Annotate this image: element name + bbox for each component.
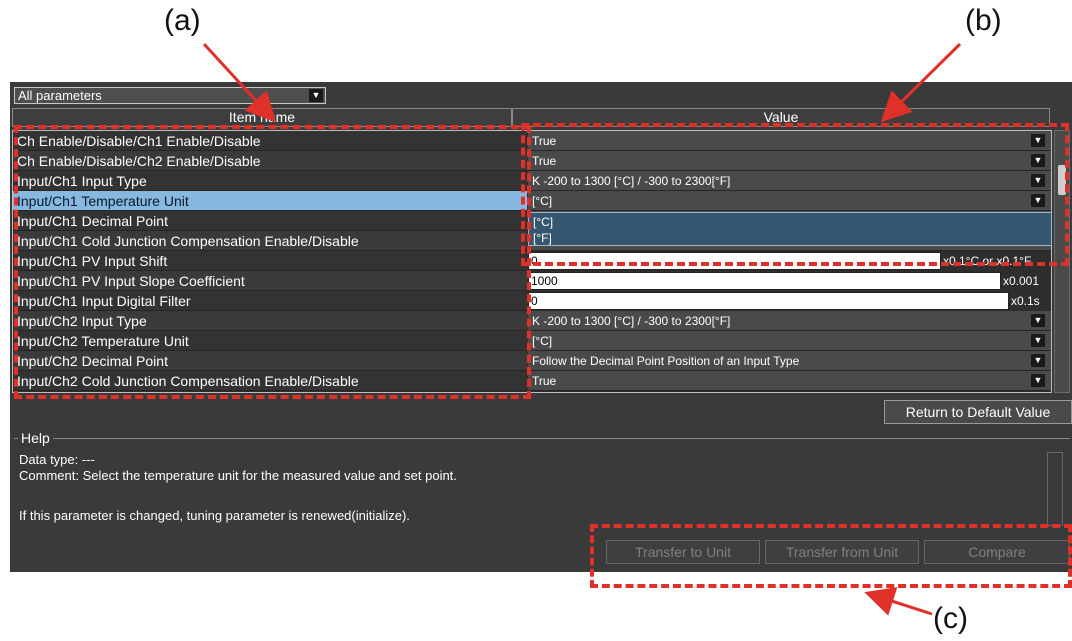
- callout-arrows: [202, 42, 962, 616]
- callout-a-arrow: [202, 42, 277, 123]
- callout-c-arrow: [864, 587, 933, 616]
- callout-b-arrow: [880, 42, 962, 123]
